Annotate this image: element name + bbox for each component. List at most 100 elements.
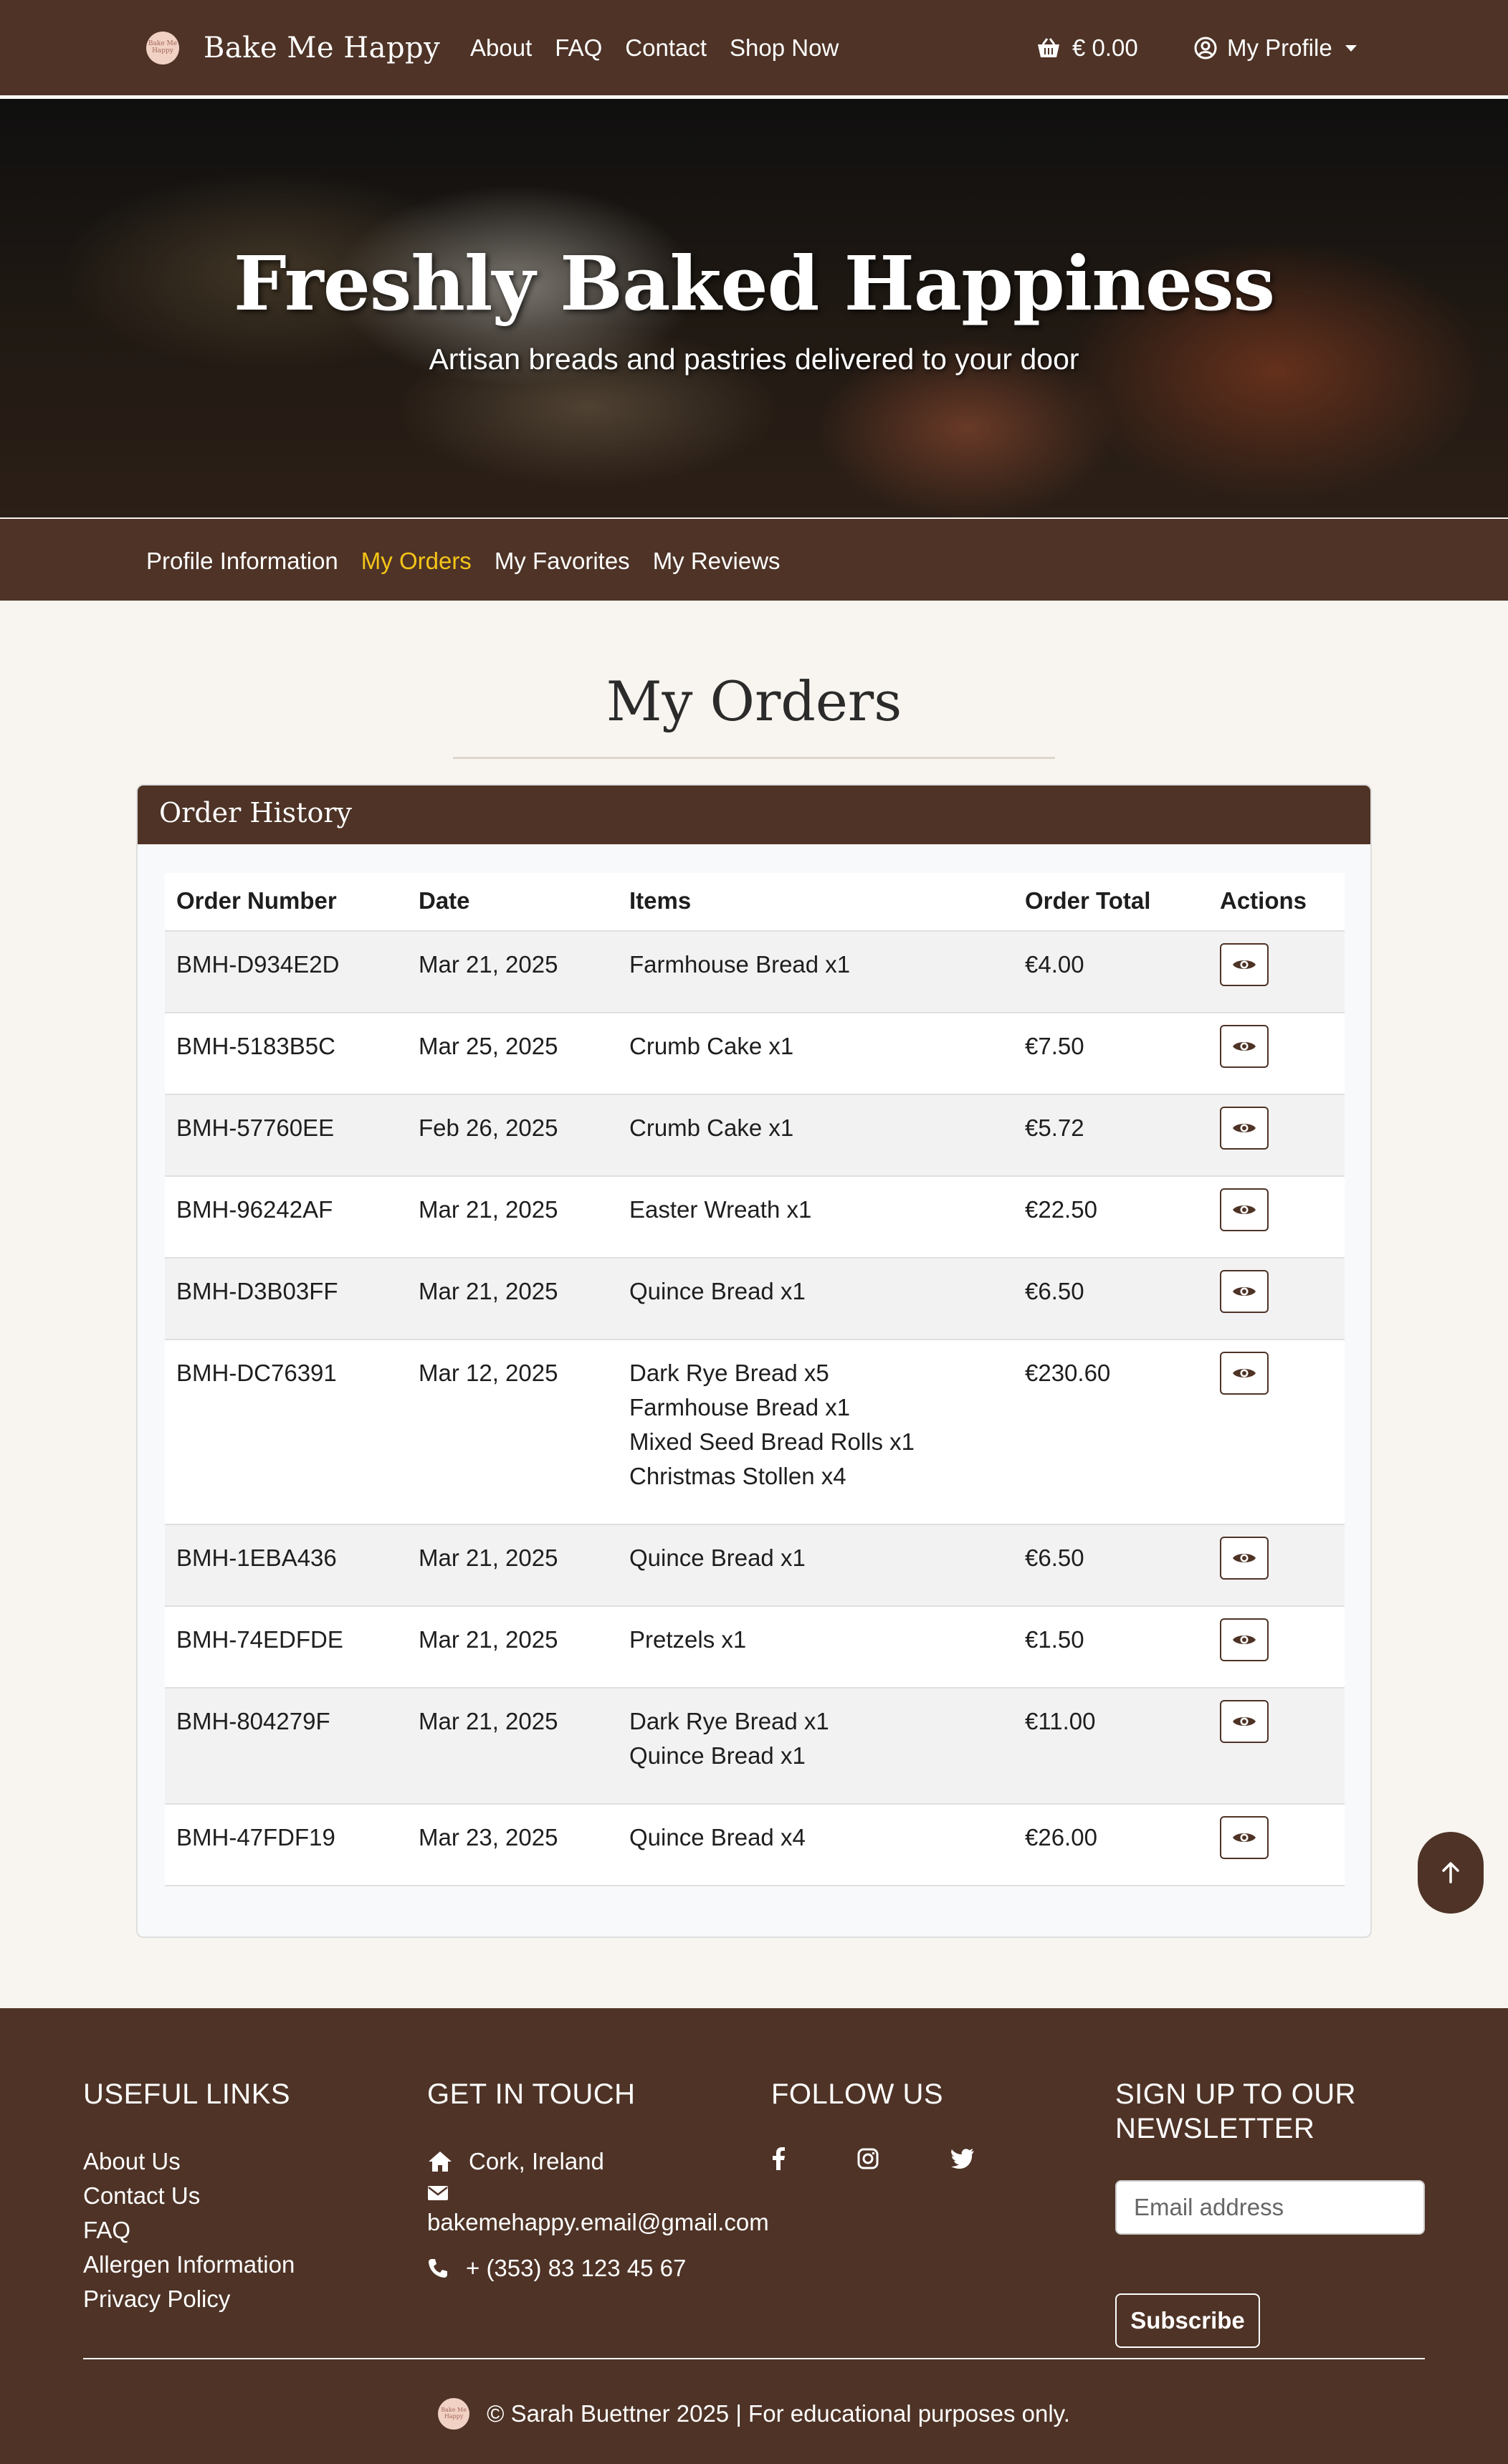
cart-total: € 0.00 [1072,34,1138,61]
order-actions-cell [1208,1340,1345,1524]
footer-heading-follow-us: FOLLOW US [771,2078,944,2110]
footer-email[interactable]: bakemehappy.email@gmail.com [427,2184,769,2240]
eye-icon [1233,1717,1256,1726]
site-footer: USEFUL LINKS About Us Contact Us FAQ All… [0,2008,1508,2464]
footer-useful-links: USEFUL LINKS About Us Contact Us FAQ All… [83,2077,295,2316]
order-items-cell: Pretzels x1 [618,1607,1013,1687]
footer-link-faq[interactable]: FAQ [83,2213,295,2248]
column-header-order-total: Order Total [1025,887,1151,914]
order-item-line: Quince Bread x1 [629,1544,806,1571]
footer-link-privacy-policy[interactable]: Privacy Policy [83,2282,295,2316]
footer-link-about-us[interactable]: About Us [83,2144,295,2179]
order-item-line: Crumb Cake x1 [629,1114,794,1141]
order-item-line: Mixed Seed Bread Rolls x1 [629,1428,915,1455]
table-header-row: Order Number Date Items Order Total Acti… [165,873,1345,932]
subnav-my-favorites[interactable]: My Favorites [495,548,630,575]
table-row: BMH-804279F Mar 21, 2025 Dark Rye Bread x1… [165,1689,1345,1805]
eye-icon [1233,1287,1256,1296]
newsletter-email-input[interactable] [1115,2180,1425,2235]
view-order-button[interactable] [1220,1700,1269,1743]
order-number-cell: BMH-74EDFDE [176,1626,343,1653]
footer-heading-newsletter: SIGN UP TO OUR NEWSLETTER [1115,2078,1356,2144]
profile-dropdown[interactable]: My Profile [1194,34,1357,62]
footer-phone[interactable]: + (353) 83 123 45 67 [427,2251,769,2286]
eye-icon [1233,960,1256,969]
brand-name: Bake Me Happy [204,32,441,65]
view-order-button[interactable] [1220,1816,1269,1859]
user-circle-icon [1194,37,1217,59]
twitter-icon[interactable] [950,2147,975,2170]
order-number-cell: BMH-57760EE [176,1114,335,1141]
order-item-line: Quince Bread x1 [629,1742,806,1769]
order-item-line: Farmhouse Bread x1 [629,951,851,978]
brand-logo: Bake Me Happy [146,32,179,65]
envelope-icon [428,2186,448,2200]
order-total-cell: €11.00 [1025,1708,1096,1734]
order-item-line: Quince Bread x1 [629,1278,806,1304]
order-total-cell: €6.50 [1025,1544,1084,1571]
eye-icon [1233,1205,1256,1214]
order-date-cell: Mar 21, 2025 [419,1708,558,1734]
nav-link-faq[interactable]: FAQ [555,34,602,62]
instagram-icon[interactable] [857,2147,879,2170]
eye-icon [1233,1042,1256,1051]
footer-link-allergen-information[interactable]: Allergen Information [83,2248,295,2282]
cart-button[interactable]: € 0.00 [1036,34,1138,62]
top-navbar: Bake Me Happy Bake Me Happy About FAQ Co… [0,0,1508,97]
subscribe-button[interactable]: Subscribe [1115,2293,1260,2348]
view-order-button[interactable] [1220,1107,1269,1150]
view-order-button[interactable] [1220,1188,1269,1231]
order-total-cell: €5.72 [1025,1114,1084,1141]
order-date-cell: Mar 21, 2025 [419,1626,558,1653]
footer-copyright: Bake Me Happy © Sarah Buettner 2025 | Fo… [0,2398,1508,2430]
subnav-profile-information[interactable]: Profile Information [146,548,338,575]
basket-icon [1038,38,1059,57]
order-items-cell: Crumb Cake x1 [618,1095,1013,1175]
table-row: BMH-74EDFDE Mar 21, 2025 Pretzels x1 €1.50 [165,1607,1345,1689]
order-number-cell: BMH-1EBA436 [176,1544,337,1571]
brand-link[interactable]: Bake Me Happy Bake Me Happy [146,32,440,65]
view-order-button[interactable] [1220,1537,1269,1580]
nav-link-shop-now[interactable]: Shop Now [730,34,839,62]
order-total-cell: €4.00 [1025,951,1084,978]
subnav-my-reviews[interactable]: My Reviews [653,548,781,575]
order-number-cell: BMH-D3B03FF [176,1278,338,1304]
profile-subnav: Profile Information My Orders My Favorit… [0,519,1508,601]
facebook-icon[interactable] [771,2147,786,2170]
scroll-to-top-button[interactable] [1418,1832,1484,1914]
nav-link-contact[interactable]: Contact [625,34,707,62]
table-row: BMH-D934E2D Mar 21, 2025 Farmhouse Bread x… [165,932,1345,1013]
eye-icon [1233,1124,1256,1132]
profile-label: My Profile [1227,34,1332,61]
eye-icon [1233,1635,1256,1644]
order-actions-cell [1208,1525,1345,1605]
order-date-cell: Mar 25, 2025 [419,1033,558,1059]
order-date-cell: Mar 21, 2025 [419,1278,558,1304]
view-order-button[interactable] [1220,1270,1269,1313]
footer-newsletter: SIGN UP TO OUR NEWSLETTER [1115,2077,1431,2146]
page-title: My Orders [606,669,902,733]
order-date-cell: Mar 21, 2025 [419,1544,558,1571]
arrow-up-icon [1442,1862,1459,1883]
order-item-line: Dark Rye Bread x5 [629,1360,829,1386]
view-order-button[interactable] [1220,1352,1269,1395]
view-order-button[interactable] [1220,943,1269,986]
footer-link-contact-us[interactable]: Contact Us [83,2179,295,2213]
title-divider [453,757,1055,759]
order-item-line: Farmhouse Bread x1 [629,1394,851,1420]
order-items-cell: Quince Bread x1 [618,1525,1013,1605]
column-header-actions: Actions [1220,887,1307,914]
subnav-my-orders[interactable]: My Orders [361,548,472,575]
order-number-cell: BMH-DC76391 [176,1360,337,1386]
nav-link-about[interactable]: About [470,34,532,62]
table-row: BMH-96242AF Mar 21, 2025 Easter Wreath x1 €… [165,1177,1345,1259]
order-item-line: Crumb Cake x1 [629,1033,794,1059]
orders-table: Order Number Date Items Order Total Acti… [165,873,1345,1886]
view-order-button[interactable] [1220,1025,1269,1068]
view-order-button[interactable] [1220,1618,1269,1661]
order-number-cell: BMH-5183B5C [176,1033,335,1059]
order-items-cell: Farmhouse Bread x1 [618,932,1013,1012]
footer-follow-us: FOLLOW US [771,2077,1046,2170]
order-total-cell: €7.50 [1025,1033,1084,1059]
order-item-line: Easter Wreath x1 [629,1196,812,1223]
